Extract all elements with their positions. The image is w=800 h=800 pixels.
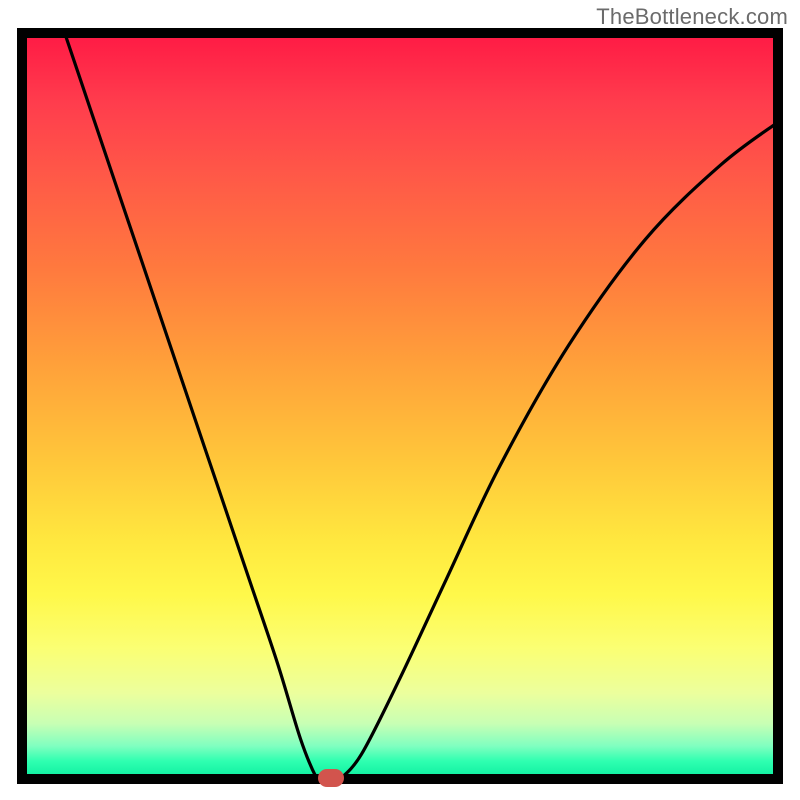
chart-container <box>17 28 783 784</box>
watermark-text: TheBottleneck.com <box>596 4 788 30</box>
frame-border-bottom <box>17 774 783 784</box>
bottleneck-curve <box>17 28 783 784</box>
optimal-point-marker <box>318 769 344 787</box>
frame-border-right <box>773 28 783 784</box>
frame-border-left <box>17 28 27 784</box>
